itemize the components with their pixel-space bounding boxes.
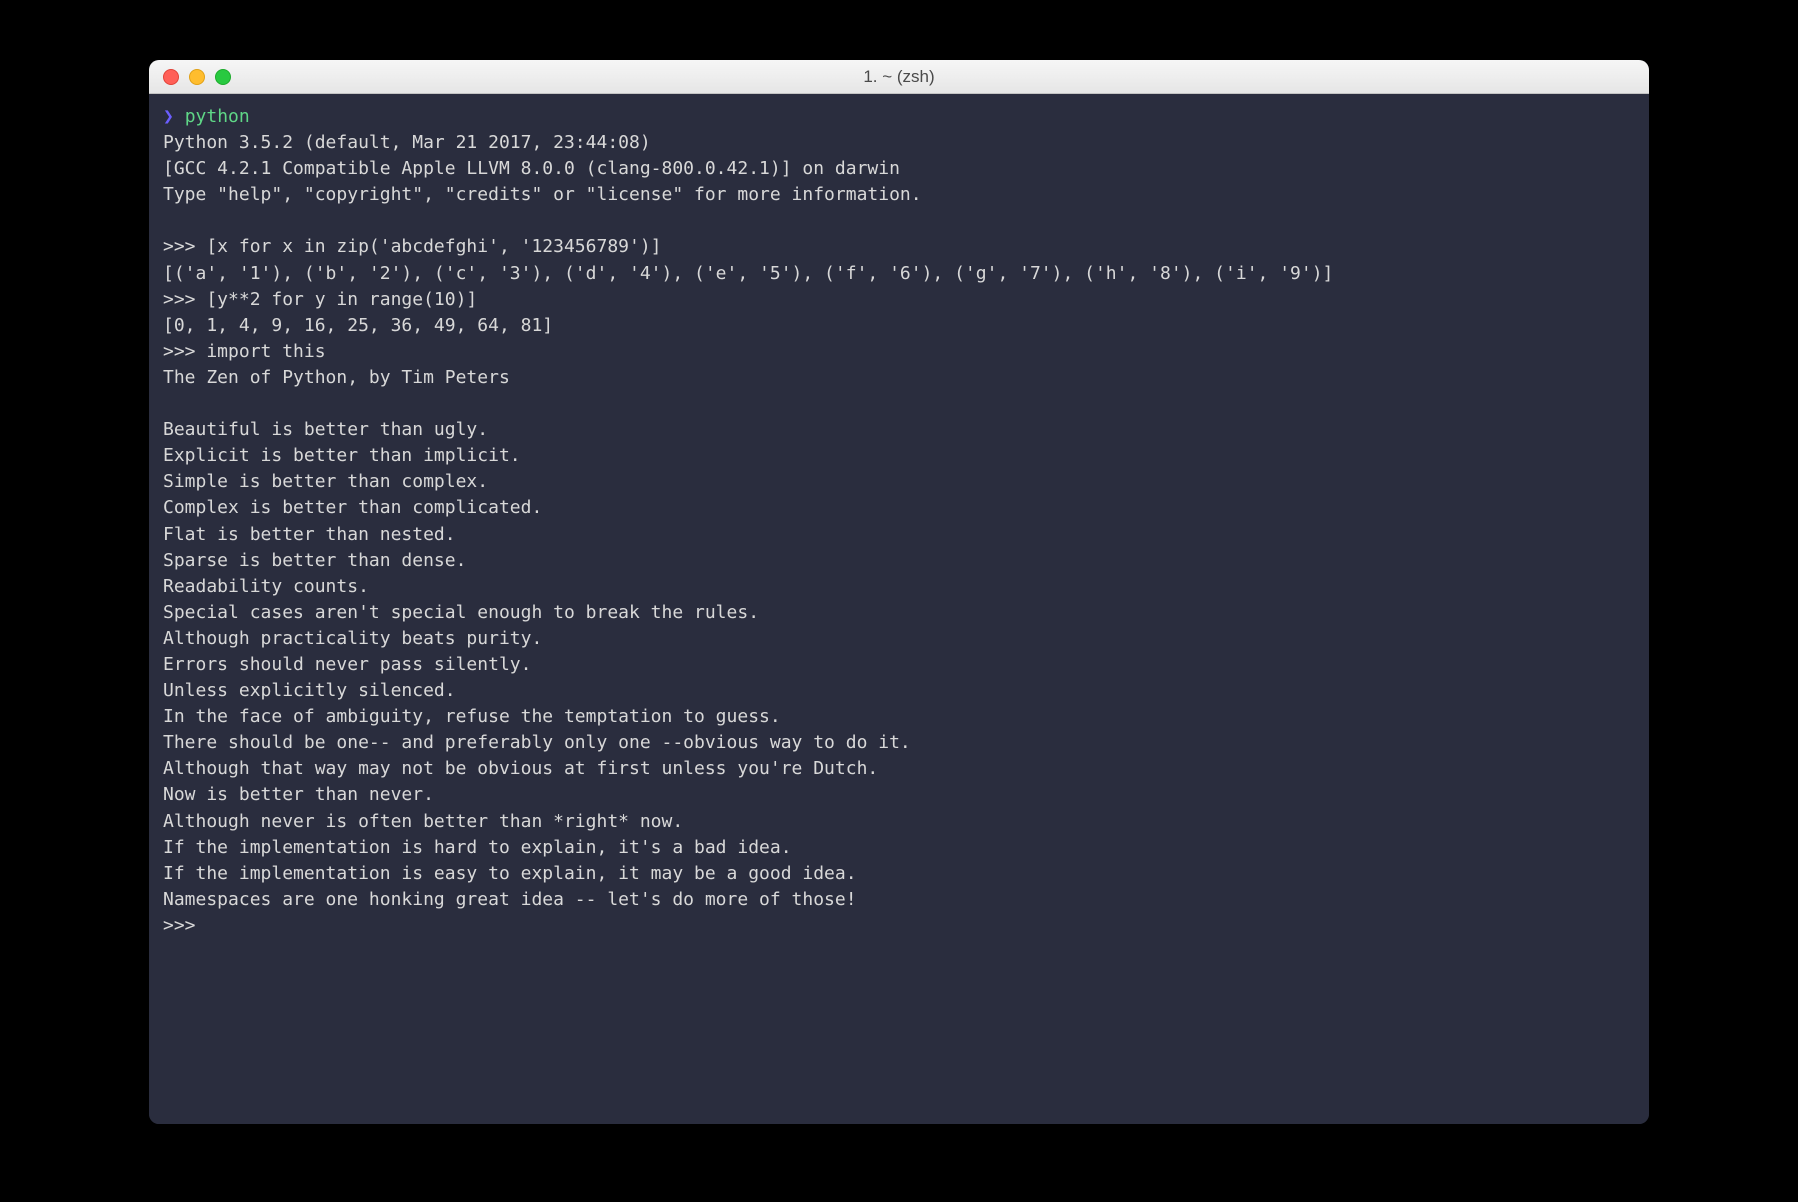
- zoom-icon[interactable]: [215, 69, 231, 85]
- prompt-arrow-icon: ❯: [163, 106, 174, 127]
- terminal-output: Python 3.5.2 (default, Mar 21 2017, 23:4…: [163, 132, 1333, 936]
- shell-command: python: [185, 106, 250, 127]
- close-icon[interactable]: [163, 69, 179, 85]
- window-title: 1. ~ (zsh): [149, 67, 1649, 87]
- traffic-lights: [149, 69, 231, 85]
- shell-prompt-line: ❯ python: [163, 104, 1635, 130]
- terminal-window: 1. ~ (zsh) ❯ pythonPython 3.5.2 (default…: [149, 60, 1649, 1124]
- minimize-icon[interactable]: [189, 69, 205, 85]
- terminal-body[interactable]: ❯ pythonPython 3.5.2 (default, Mar 21 20…: [149, 94, 1649, 1124]
- titlebar[interactable]: 1. ~ (zsh): [149, 60, 1649, 94]
